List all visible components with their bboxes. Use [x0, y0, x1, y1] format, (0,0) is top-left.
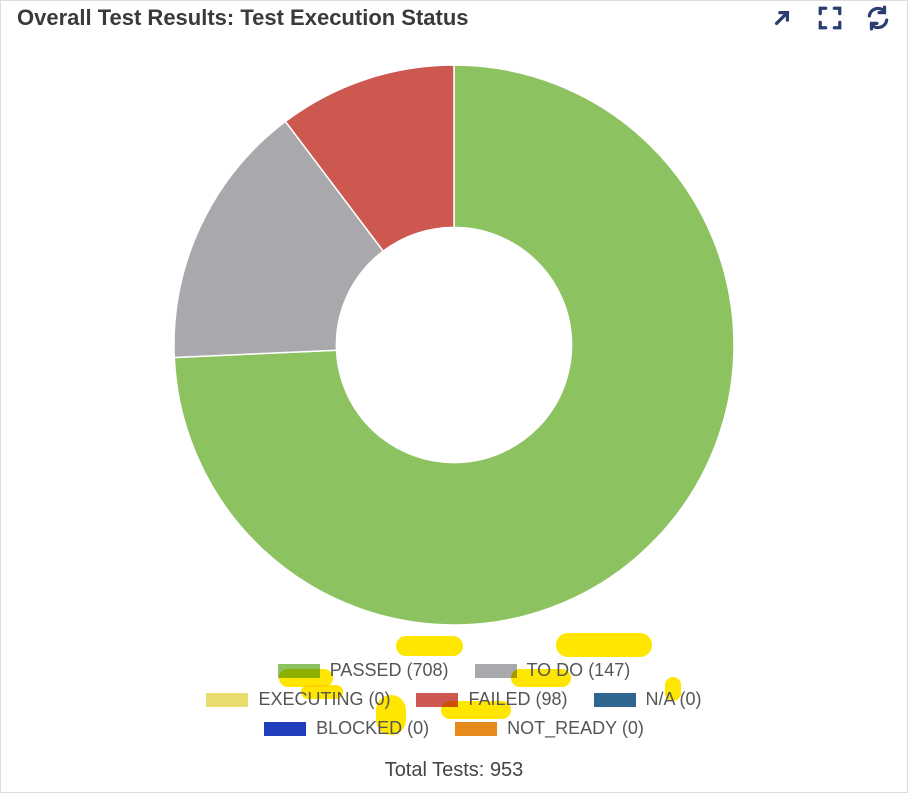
legend-swatch	[264, 722, 306, 736]
open-icon[interactable]	[769, 5, 795, 31]
panel-actions	[769, 5, 891, 31]
refresh-icon[interactable]	[865, 5, 891, 31]
legend-label: BLOCKED (0)	[316, 718, 429, 739]
legend-item-to-do[interactable]: TO DO (147)	[475, 660, 631, 681]
panel-header: Overall Test Results: Test Execution Sta…	[1, 1, 907, 41]
legend-swatch	[594, 693, 636, 707]
legend-swatch	[475, 664, 517, 678]
legend-label: EXECUTING (0)	[258, 689, 390, 710]
legend-label: NOT_READY (0)	[507, 718, 644, 739]
legend-row: EXECUTING (0) FAILED (98) N/A (0)	[206, 689, 701, 710]
test-results-panel: Overall Test Results: Test Execution Sta…	[0, 0, 908, 793]
panel-title: Overall Test Results: Test Execution Sta…	[17, 5, 469, 31]
legend-label: FAILED (98)	[468, 689, 567, 710]
total-label: Total Tests:	[385, 759, 485, 781]
legend-item-failed[interactable]: FAILED (98)	[416, 689, 567, 710]
legend-swatch	[455, 722, 497, 736]
donut-chart	[1, 41, 907, 648]
legend-swatch	[416, 693, 458, 707]
chart-legend: PASSED (708) TO DO (147) EXECUTING (0) FAIL…	[1, 648, 907, 745]
total-tests-line: Total Tests: 953	[1, 745, 907, 792]
legend-item-blocked[interactable]: BLOCKED (0)	[264, 718, 429, 739]
expand-icon[interactable]	[817, 5, 843, 31]
legend-label: TO DO (147)	[527, 660, 631, 681]
legend-row: PASSED (708) TO DO (147)	[278, 660, 630, 681]
legend-item-n-a[interactable]: N/A (0)	[594, 689, 702, 710]
legend-item-executing[interactable]: EXECUTING (0)	[206, 689, 390, 710]
legend-item-not-ready[interactable]: NOT_READY (0)	[455, 718, 644, 739]
total-value: 953	[490, 759, 523, 781]
legend-item-passed[interactable]: PASSED (708)	[278, 660, 449, 681]
legend-swatch	[206, 693, 248, 707]
legend-row: BLOCKED (0) NOT_READY (0)	[264, 718, 644, 739]
legend-label: PASSED (708)	[330, 660, 449, 681]
legend-label: N/A (0)	[646, 689, 702, 710]
legend-swatch	[278, 664, 320, 678]
